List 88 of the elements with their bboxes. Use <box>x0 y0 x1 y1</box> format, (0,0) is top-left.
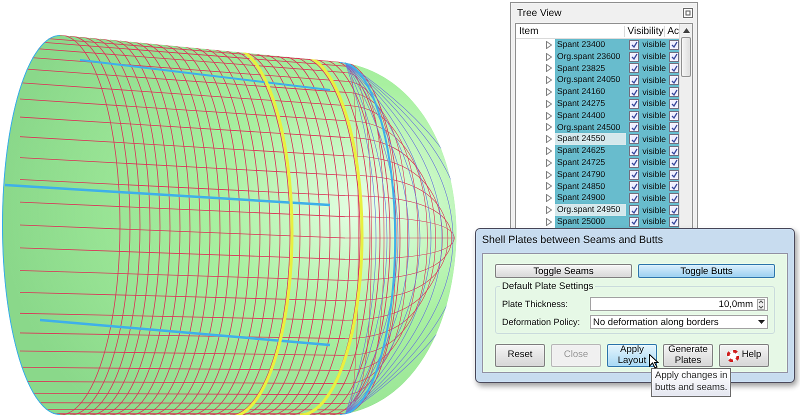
tree-item[interactable]: Org.spant 24050 <box>554 74 626 86</box>
tree-item[interactable]: Org.spant 24950 <box>554 204 626 216</box>
panel-title: Tree View <box>517 8 562 18</box>
table-checkbox[interactable] <box>669 193 679 204</box>
visibility-checkbox[interactable] <box>629 87 640 98</box>
tree-item[interactable]: Spant 25000 <box>554 216 626 228</box>
visibility-checkbox[interactable] <box>629 63 640 74</box>
table-checkbox[interactable] <box>669 40 679 50</box>
visibility-label: visible <box>642 146 666 157</box>
table-checkbox[interactable] <box>669 63 679 74</box>
visibility-checkbox[interactable] <box>629 205 640 216</box>
mouse-cursor-icon <box>649 354 659 369</box>
visibility-label: visible <box>642 216 666 228</box>
tree-item[interactable]: Spant 24790 <box>554 168 626 181</box>
tree-item[interactable]: Org.spant 23600 <box>554 50 626 63</box>
tree-item[interactable]: Spant 24275 <box>554 98 626 110</box>
visibility-label: visible <box>642 122 666 133</box>
field-label: Deformation Policy: <box>502 317 582 327</box>
group-title: Default Plate Settings <box>500 281 596 292</box>
visibility-checkbox[interactable] <box>629 75 640 86</box>
table-checkbox[interactable] <box>669 181 679 192</box>
table-checkbox[interactable] <box>669 75 679 86</box>
visibility-checkbox[interactable] <box>629 181 640 192</box>
tree-item[interactable]: Spant 24160 <box>554 86 626 98</box>
tree-item[interactable]: Org.spant 24500 <box>554 122 626 134</box>
tree-item[interactable]: Spant 24550 <box>554 133 626 146</box>
table-checkbox[interactable] <box>669 52 679 62</box>
table-checkbox[interactable] <box>669 170 679 180</box>
column-header[interactable]: Visibility <box>624 26 666 36</box>
table-checkbox[interactable] <box>669 216 679 227</box>
visibility-label: visible <box>642 204 666 216</box>
dialog-button[interactable]: Apply Layout <box>607 344 657 367</box>
dialog-button[interactable]: Reset <box>495 344 545 367</box>
tree-item[interactable]: Spant 24625 <box>554 145 626 157</box>
visibility-checkbox[interactable] <box>629 134 640 144</box>
visibility-checkbox[interactable] <box>629 122 640 132</box>
table-checkbox[interactable] <box>669 98 679 109</box>
visibility-label: visible <box>642 110 666 122</box>
thickness-spinbox[interactable]: 10,0mm <box>590 297 768 311</box>
visibility-checkbox[interactable] <box>629 216 640 227</box>
table-checkbox[interactable] <box>669 158 679 168</box>
visibility-label: visible <box>642 74 666 86</box>
toggle-button[interactable]: Toggle Seams <box>495 264 632 278</box>
float-panel-icon[interactable] <box>683 8 693 18</box>
lifebuoy-icon <box>726 350 739 362</box>
visibility-checkbox[interactable] <box>629 170 640 180</box>
visibility-label: visible <box>642 39 666 50</box>
tree-item[interactable]: Spant 23400 <box>554 39 626 51</box>
visibility-label: visible <box>642 157 666 168</box>
visibility-label: visible <box>642 180 666 192</box>
policy-dropdown[interactable]: No deformation along borders <box>590 315 768 329</box>
visibility-checkbox[interactable] <box>629 158 640 168</box>
visibility-label: visible <box>642 192 666 204</box>
visibility-checkbox[interactable] <box>629 193 640 204</box>
visibility-checkbox[interactable] <box>629 98 640 109</box>
toggle-button[interactable]: Toggle Butts <box>638 264 775 278</box>
visibility-label: visible <box>642 62 666 74</box>
visibility-checkbox[interactable] <box>629 52 640 62</box>
dropdown-caret-icon[interactable] <box>758 320 765 324</box>
spin-arrows-icon[interactable] <box>757 298 765 310</box>
table-checkbox[interactable] <box>669 205 679 216</box>
visibility-checkbox[interactable] <box>629 110 640 121</box>
field-label: Plate Thickness: <box>502 299 569 309</box>
visibility-label: visible <box>642 86 666 98</box>
tooltip: Apply changes in butts and seams. <box>651 368 732 397</box>
visibility-label: visible <box>642 169 666 180</box>
table-checkbox[interactable] <box>669 122 679 132</box>
help-button[interactable]: Help <box>719 344 769 367</box>
dialog-button[interactable]: Generate Plates <box>663 344 713 367</box>
column-header[interactable]: Item <box>516 26 625 36</box>
tree-item[interactable]: Spant 23825 <box>554 62 626 74</box>
table-checkbox[interactable] <box>669 87 679 98</box>
visibility-checkbox[interactable] <box>629 40 640 50</box>
tree-item[interactable]: Spant 24900 <box>554 192 626 204</box>
tree-item[interactable]: Spant 24400 <box>554 110 626 122</box>
table-checkbox[interactable] <box>669 146 679 156</box>
visibility-label: visible <box>642 134 666 145</box>
column-header[interactable]: Ac <box>665 26 679 36</box>
scroll-up-icon[interactable] <box>682 28 690 33</box>
visibility-label: visible <box>642 98 666 110</box>
dialog-title: Shell Plates between Seams and Butts <box>481 233 664 248</box>
scrollbar-thumb[interactable] <box>681 37 691 77</box>
visibility-label: visible <box>642 51 666 62</box>
tree-item[interactable]: Spant 24725 <box>554 156 626 169</box>
table-checkbox[interactable] <box>669 110 679 121</box>
visibility-checkbox[interactable] <box>629 146 640 156</box>
tree-item[interactable]: Spant 24850 <box>554 180 626 192</box>
table-checkbox[interactable] <box>669 134 679 144</box>
